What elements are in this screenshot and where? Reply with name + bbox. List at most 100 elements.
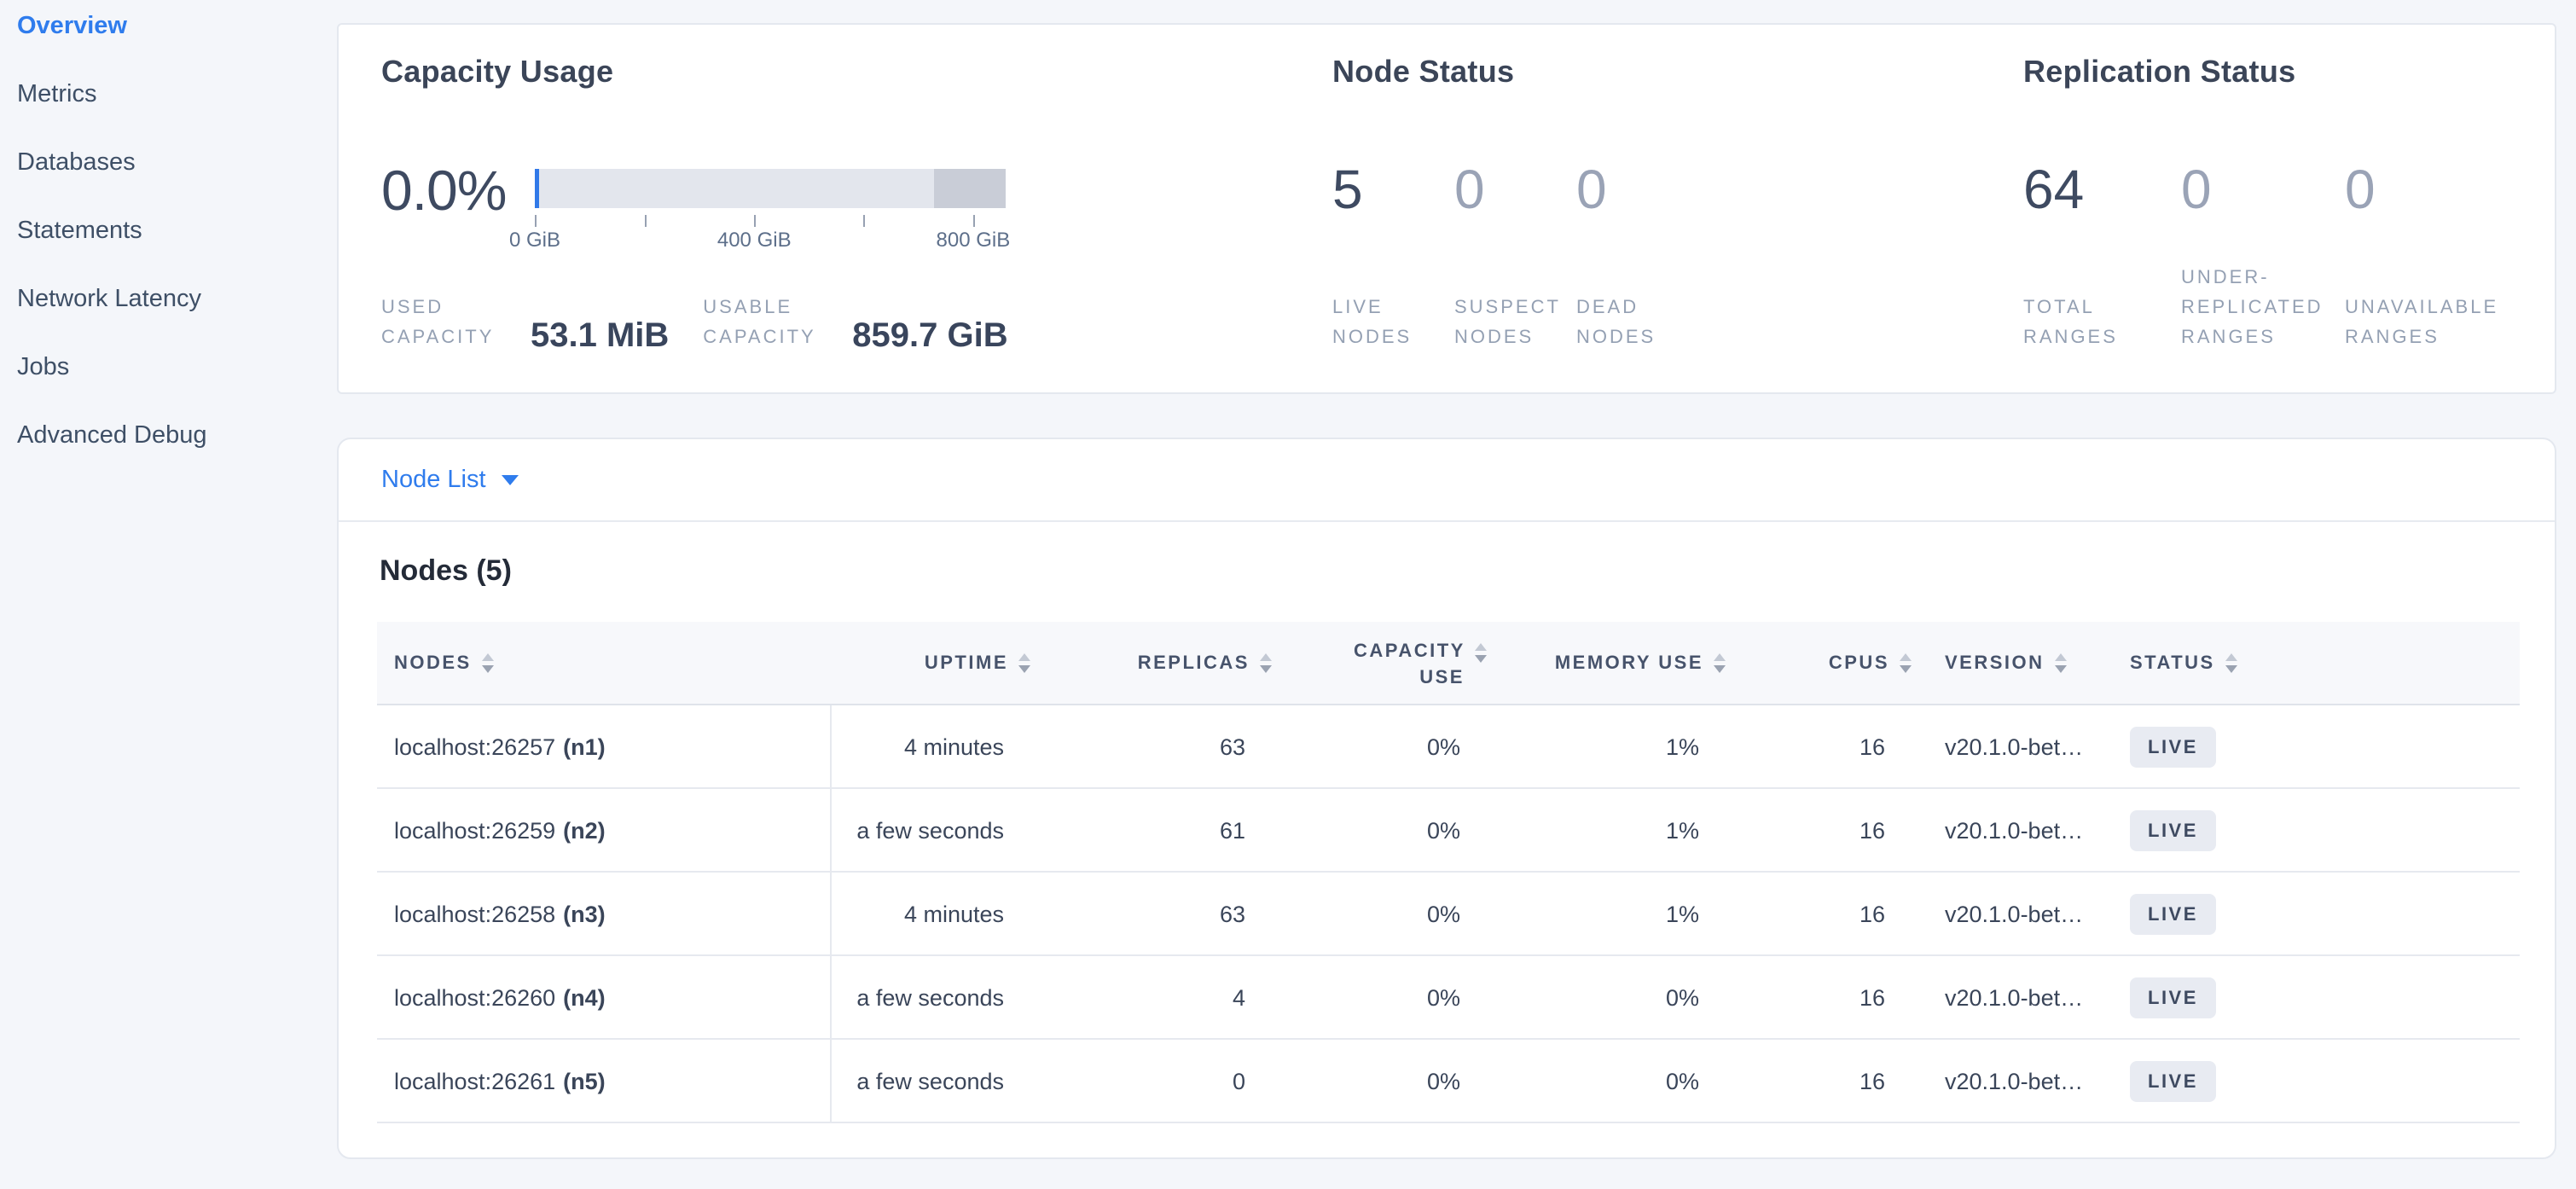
- axis-tick: [863, 215, 865, 227]
- axis-label-800: 800 GiB: [937, 229, 1011, 252]
- column-header-uptime[interactable]: UPTIME: [832, 652, 1034, 674]
- capacity-bar-other-segment: [934, 169, 1006, 208]
- used-capacity-value: 53.1 MiB: [531, 319, 669, 351]
- node-status-section: Node Status 5 LIVE NODES 0 SUSPECT NODES…: [1332, 25, 2023, 392]
- sidebar-item-network-latency[interactable]: Network Latency: [17, 264, 337, 333]
- node-list-view-selector[interactable]: Node List: [339, 439, 2555, 522]
- axis-label-400: 400 GiB: [717, 229, 792, 252]
- capacity-use-cell: 0%: [1275, 734, 1490, 761]
- under-replicated-ranges-label: UNDER-REPLICATED RANGES: [2181, 262, 2339, 351]
- usable-capacity-label: USABLE CAPACITY: [703, 292, 831, 351]
- column-header-memory-use[interactable]: MEMORY USE: [1490, 652, 1729, 674]
- capacity-usage-section: Capacity Usage 0.0%: [339, 25, 1332, 392]
- nodes-table-header: NODES UPTIME REPLICAS CAPACITY USE MEMOR…: [377, 622, 2520, 705]
- version-cell: v20.1.0-bet…: [1915, 902, 2130, 928]
- node-id: (n4): [563, 985, 606, 1012]
- node-address: localhost:26259: [394, 818, 555, 844]
- cpus-cell: 16: [1729, 1069, 1915, 1095]
- capacity-bar-used-segment: [535, 169, 539, 208]
- live-nodes-count: 5: [1332, 162, 1454, 217]
- capacity-use-cell: 0%: [1275, 818, 1490, 844]
- memory-use-cell: 1%: [1490, 902, 1729, 928]
- sort-icon: [1714, 653, 1726, 673]
- nodes-count-heading: Nodes (5): [380, 554, 2555, 588]
- usable-capacity-value: 859.7 GiB: [852, 319, 1007, 351]
- sort-icon: [1475, 643, 1487, 663]
- axis-tick: [973, 215, 975, 227]
- node-id: (n5): [563, 1069, 606, 1095]
- column-header-status[interactable]: STATUS: [2130, 652, 2520, 674]
- node-id: (n1): [563, 734, 606, 761]
- status-badge-live: LIVE: [2130, 810, 2216, 851]
- sidebar-item-statements[interactable]: Statements: [17, 196, 337, 264]
- chevron-down-icon: [502, 475, 519, 485]
- column-header-replicas[interactable]: REPLICAS: [1034, 652, 1275, 674]
- status-badge-live: LIVE: [2130, 727, 2216, 768]
- memory-use-cell: 0%: [1490, 985, 1729, 1012]
- node-id: (n3): [563, 902, 606, 928]
- axis-tick: [754, 215, 756, 227]
- cluster-summary-card: Capacity Usage 0.0%: [337, 23, 2556, 394]
- sort-icon: [2225, 653, 2237, 673]
- column-header-capacity-use[interactable]: CAPACITY USE: [1275, 622, 1490, 704]
- node-id: (n2): [563, 818, 606, 844]
- node-address: localhost:26258: [394, 902, 555, 928]
- capacity-axis-ticks: [535, 208, 1006, 229]
- sidebar-item-jobs[interactable]: Jobs: [17, 333, 337, 401]
- capacity-usage-title: Capacity Usage: [381, 54, 1332, 90]
- replicas-cell: 4: [1034, 985, 1275, 1012]
- uptime-cell: 4 minutes: [832, 902, 1034, 928]
- cpus-cell: 16: [1729, 902, 1915, 928]
- memory-use-cell: 1%: [1490, 818, 1729, 844]
- sort-icon: [2055, 653, 2067, 673]
- replicas-cell: 61: [1034, 818, 1275, 844]
- node-address: localhost:26261: [394, 1069, 555, 1095]
- sort-icon: [1260, 653, 1272, 673]
- capacity-percent: 0.0%: [381, 162, 535, 218]
- sidebar-item-overview[interactable]: Overview: [17, 0, 337, 60]
- sort-icon: [1900, 653, 1912, 673]
- node-list-card: Node List Nodes (5) NODES UPTIME REPLICA…: [337, 438, 2556, 1159]
- table-row-node-3[interactable]: localhost:26258(n3) 4 minutes 63 0% 1% 1…: [377, 873, 2520, 956]
- column-header-cpus[interactable]: CPUS: [1729, 652, 1915, 674]
- column-header-nodes[interactable]: NODES: [377, 652, 832, 674]
- table-row-node-5[interactable]: localhost:26261(n5) a few seconds 0 0% 0…: [377, 1040, 2520, 1123]
- sidebar-item-metrics[interactable]: Metrics: [17, 60, 337, 128]
- uptime-cell: a few seconds: [832, 1069, 1034, 1095]
- sort-icon: [1018, 653, 1030, 673]
- capacity-use-cell: 0%: [1275, 1069, 1490, 1095]
- uptime-cell: a few seconds: [832, 985, 1034, 1012]
- status-badge-live: LIVE: [2130, 1061, 2216, 1102]
- suspect-nodes-count: 0: [1454, 162, 1576, 217]
- table-row-node-2[interactable]: localhost:26259(n2) a few seconds 61 0% …: [377, 789, 2520, 873]
- replication-status-section: Replication Status 64 TOTAL RANGES 0 UND…: [2023, 25, 2555, 392]
- uptime-cell: a few seconds: [832, 818, 1034, 844]
- node-list-view-label: Node List: [381, 466, 486, 494]
- column-header-version[interactable]: VERSION: [1915, 652, 2130, 674]
- capacity-use-cell: 0%: [1275, 985, 1490, 1012]
- table-row-node-4[interactable]: localhost:26260 (n4) a few seconds 4 0% 0…: [377, 956, 2520, 1040]
- total-ranges-count: 64: [2023, 162, 2181, 217]
- table-row-node-1[interactable]: localhost:26257(n1) 4 minutes 63 0% 1% 1…: [377, 705, 2520, 789]
- sidebar-item-advanced-debug[interactable]: Advanced Debug: [17, 401, 337, 469]
- sidebar-item-databases[interactable]: Databases: [17, 128, 337, 196]
- version-cell: v20.1.0-bet…: [1915, 1069, 2130, 1095]
- main-content: Capacity Usage 0.0%: [337, 0, 2556, 1159]
- total-ranges-label: TOTAL RANGES: [2023, 292, 2126, 351]
- version-cell: v20.1.0-bet…: [1915, 818, 2130, 844]
- axis-tick: [645, 215, 647, 227]
- sort-icon: [482, 653, 494, 673]
- axis-tick: [535, 215, 537, 227]
- node-status-title: Node Status: [1332, 54, 2023, 90]
- unavailable-ranges-label: UNAVAILABLE RANGES: [2345, 292, 2507, 351]
- dead-nodes-label: DEAD NODES: [1576, 292, 1679, 351]
- replication-status-title: Replication Status: [2023, 54, 2555, 90]
- node-address: localhost:26260: [394, 985, 555, 1012]
- capacity-bar: 0 GiB 400 GiB 800 GiB: [535, 169, 1006, 256]
- memory-use-cell: 1%: [1490, 734, 1729, 761]
- cpus-cell: 16: [1729, 818, 1915, 844]
- version-cell: v20.1.0-bet…: [1915, 734, 2130, 761]
- cpus-cell: 16: [1729, 734, 1915, 761]
- sidebar-nav: Overview Metrics Databases Statements Ne…: [17, 0, 337, 469]
- version-cell: v20.1.0-bet…: [1915, 985, 2130, 1012]
